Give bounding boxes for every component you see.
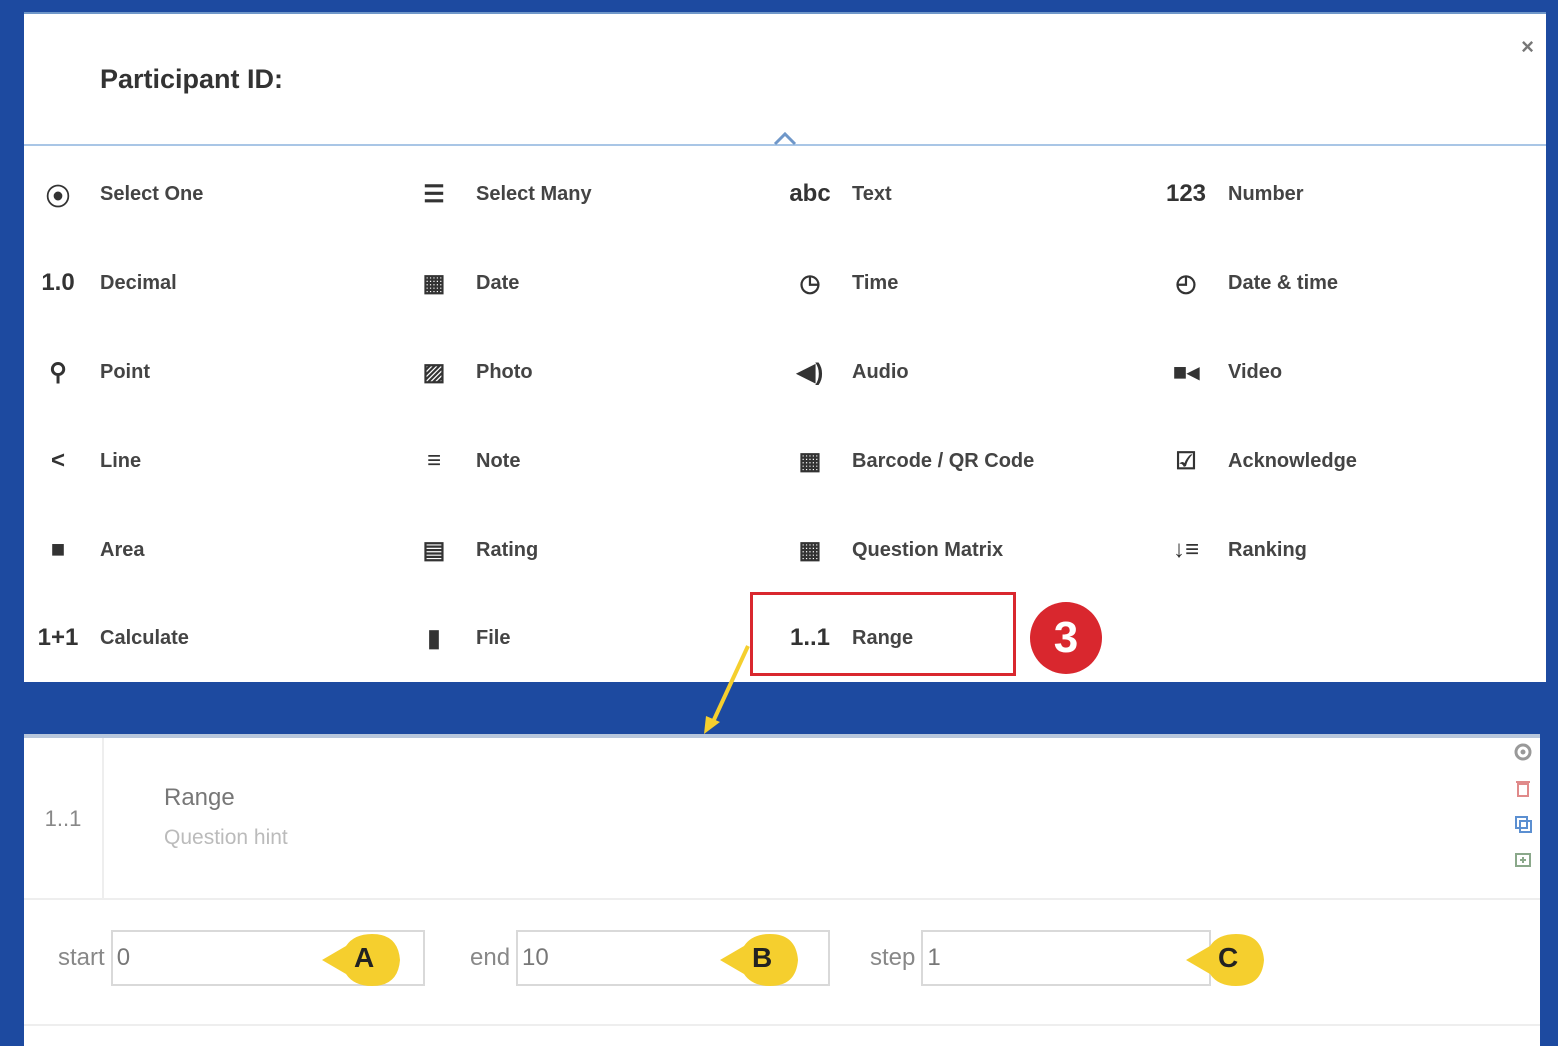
calendar-icon: ▦	[422, 269, 446, 297]
type-note[interactable]: ≡ Note	[414, 437, 520, 485]
type-date-time[interactable]: ◴ Date & time	[1166, 259, 1339, 307]
question-label[interactable]: Range	[164, 784, 235, 812]
type-question-matrix[interactable]: ▦ Question Matrix	[790, 526, 1003, 574]
checkbox-icon: ☑	[1175, 447, 1197, 475]
type-select-many[interactable]: ☰ Select Many	[414, 170, 591, 218]
calculate-icon: 1+1	[37, 624, 79, 651]
date-time-icon: ◴	[1175, 269, 1197, 297]
callout-b: B	[718, 932, 802, 988]
type-decimal[interactable]: 1.0 Decimal	[38, 259, 176, 307]
range-icon: 1..1	[24, 738, 104, 900]
add-to-library-icon[interactable]	[1513, 850, 1533, 870]
radio-icon: ⦿	[46, 183, 70, 211]
step-param: step 1	[870, 930, 1212, 986]
type-number[interactable]: 123 Number	[1166, 170, 1304, 218]
file-icon: ▮	[427, 624, 441, 652]
123-icon: 123	[1165, 180, 1207, 207]
card-header: 1..1 Range Question hint	[24, 738, 1540, 900]
video-icon: ■◂	[1172, 358, 1200, 386]
range-question-card[interactable]: 1..1 Range Question hint start 0 A end 1…	[24, 734, 1540, 1046]
step-label: step	[870, 944, 916, 971]
decimal-icon: 1.0	[41, 269, 75, 296]
card-toolbar	[1510, 742, 1536, 870]
type-ranking[interactable]: ↓≡ Ranking	[1166, 526, 1307, 574]
picker-header: Participant ID: ×	[24, 14, 1546, 146]
type-acknowledge[interactable]: ☑ Acknowledge	[1166, 437, 1357, 485]
type-point[interactable]: ⚲ Point	[38, 348, 150, 396]
share-icon: <	[50, 447, 65, 474]
rating-icon: ▤	[422, 536, 446, 564]
question-hint[interactable]: Question hint	[164, 826, 288, 850]
photo-icon: ▨	[422, 358, 446, 386]
step-badge: 3	[1030, 602, 1102, 674]
type-video[interactable]: ■◂ Video	[1166, 348, 1282, 396]
type-file[interactable]: ▮ File	[414, 614, 510, 662]
abc-icon: abc	[789, 180, 831, 207]
area-icon: ■	[50, 536, 66, 563]
question-type-picker: Participant ID: × ⦿ Select One ☰ Select …	[24, 12, 1546, 682]
type-text[interactable]: abc Text	[789, 170, 891, 218]
step-input[interactable]: 1	[921, 930, 1212, 986]
start-label: start	[58, 944, 105, 971]
type-select-one[interactable]: ⦿ Select One	[38, 170, 203, 218]
duplicate-icon[interactable]	[1513, 814, 1533, 834]
type-range[interactable]: 1..1 Range	[790, 614, 913, 662]
barcode-icon: ▦	[798, 447, 822, 475]
speaker-icon: ◀)	[796, 358, 824, 386]
callout-a: A	[320, 932, 404, 988]
type-barcode[interactable]: ▦ Barcode / QR Code	[790, 437, 1035, 485]
type-date[interactable]: ▦ Date	[414, 259, 520, 307]
type-area[interactable]: ■ Area	[38, 526, 145, 574]
trash-icon[interactable]	[1513, 778, 1533, 798]
type-line[interactable]: < Line	[38, 437, 141, 485]
type-photo[interactable]: ▨ Photo	[414, 348, 533, 396]
list-icon: ☰	[423, 180, 445, 208]
gear-icon[interactable]	[1513, 742, 1533, 762]
type-audio[interactable]: ◀) Audio	[790, 348, 909, 396]
map-pin-icon: ⚲	[49, 358, 67, 386]
participant-id-label: Participant ID:	[100, 64, 284, 94]
type-calculate[interactable]: 1+1 Calculate	[38, 614, 189, 662]
note-icon: ≡	[426, 447, 441, 474]
type-rating[interactable]: ▤ Rating	[414, 526, 539, 574]
end-label: end	[470, 944, 511, 971]
close-icon[interactable]: ×	[1521, 34, 1534, 60]
ranking-icon: ↓≡	[1172, 536, 1199, 563]
matrix-icon: ▦	[798, 536, 822, 564]
chevron-up-icon[interactable]	[771, 124, 799, 152]
range-icon: 1..1	[789, 624, 831, 651]
clock-icon: ◷	[799, 269, 821, 297]
card-divider	[24, 1024, 1540, 1026]
callout-c: C	[1184, 932, 1268, 988]
type-time[interactable]: ◷ Time	[790, 259, 899, 307]
